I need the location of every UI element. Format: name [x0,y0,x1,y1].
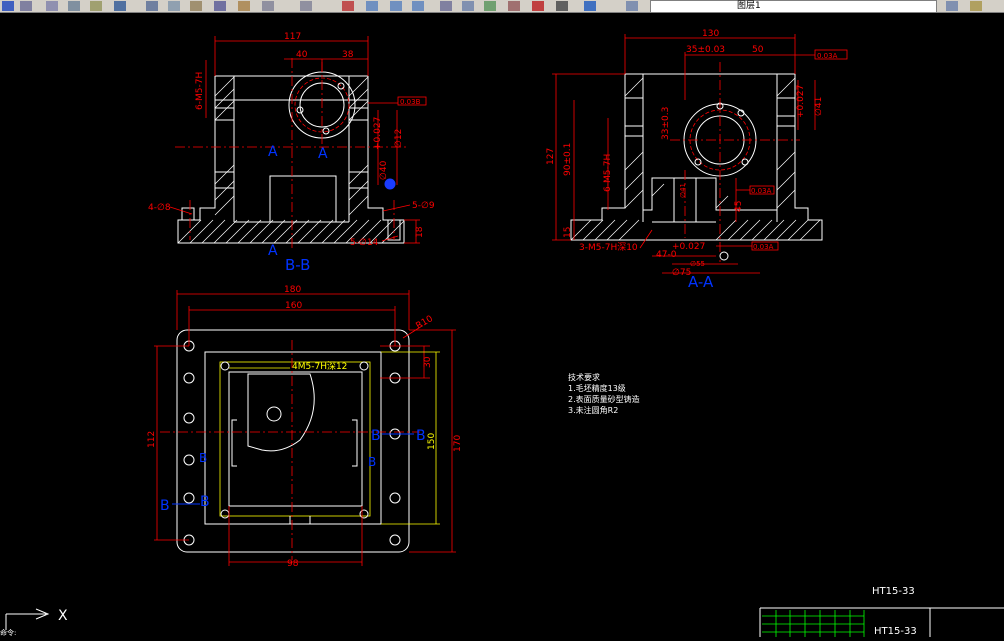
help-icon[interactable] [584,1,596,11]
material-code-1: HT15-33 [872,586,915,597]
layer-name: 图层1 [737,1,761,11]
tol-aa-2: 0.03A [751,187,772,195]
thread-6m5-left: 6-M5-7H [195,72,205,110]
datum-marker [384,178,396,190]
holes-4-8: 4-∅8 [148,203,171,213]
section-marker-b-inner-left: B [199,451,207,465]
dim-55: ∅55 [690,260,705,268]
dim-35: 35±0.03 [686,45,725,55]
dim-50: 50 [752,45,764,55]
markup-icon[interactable] [532,1,544,11]
tol-bb-1: 0.03B [400,98,421,106]
dim-33: 33±0.3 [661,107,671,140]
dim-170: 170 [453,435,463,452]
command-line[interactable]: 命令: [0,630,280,637]
dim-40-dia: ∅40 [379,160,389,180]
title-block: HT15-33 HT15-33 [759,586,1004,637]
dim-98: 98 [287,559,299,569]
block-icon[interactable] [238,1,250,11]
ucs-x-label: X [58,608,68,624]
paste-icon[interactable] [190,1,202,11]
print-icon[interactable] [20,1,32,11]
calc-icon[interactable] [556,1,568,11]
dim-45: 45 [734,201,744,212]
dim-90: 90±0.1 [563,143,573,176]
dim-117: 117 [284,32,301,42]
tol-027-aa-bottom: +0.027 [672,242,705,252]
pan-icon[interactable] [342,1,354,11]
section-marker-b-left-2: B [200,494,210,510]
design-center-icon[interactable] [462,1,474,11]
view-label-aa: A-A [688,273,714,291]
tech-note-1: 1.毛坯精度13级 [568,383,626,393]
copy-icon[interactable] [168,1,180,11]
view-plan: 180 160 R10 4M5-7H深12 30 150 170 112 98 … [147,285,463,569]
dim-127: 127 [546,148,556,165]
zoom-window-icon[interactable] [390,1,402,11]
section-marker-b-right-1: B [371,428,381,444]
layer-manager-icon[interactable] [626,1,638,11]
section-marker-a-bottom: A [268,243,278,259]
tol-027-aa-right: +0.027 [796,85,806,118]
dim-150: 150 [427,433,437,450]
tol-027-bb: +0.027 [373,117,383,150]
section-marker-a-right: A [318,146,328,162]
preview-icon[interactable] [68,1,80,11]
dim-112: 112 [147,431,157,448]
tol-aa-1: 0.03A [817,52,838,60]
dim-40: 40 [296,50,308,60]
undo-icon[interactable] [262,1,274,11]
section-marker-b-inner-right: B [368,455,376,469]
plot-icon[interactable] [46,1,58,11]
zoom-previous-icon[interactable] [412,1,424,11]
redo-icon[interactable] [300,1,312,11]
view-aa: 130 35±0.03 50 0.03A 127 90±0.1 15 33±0.… [546,29,848,291]
view-bb: 117 40 38 6-M5-7H 0.03B ∅40 +0.027 ∅12 4… [148,32,435,274]
tech-note-3: 3.未注圆角R2 [568,405,618,415]
dim-41-center: ∅41 [679,183,687,198]
dim-38: 38 [342,50,354,60]
dim-130: 130 [702,29,719,39]
sheet-set-icon[interactable] [508,1,520,11]
tool-palette-icon[interactable] [484,1,496,11]
properties-icon[interactable] [440,1,452,11]
tech-note-2: 2.表面质量砂型铸造 [568,394,640,404]
section-marker-a-left: A [268,144,278,160]
layer-state-icon[interactable] [970,1,982,11]
tech-notes: 技术要求 1.毛坯精度13级 2.表面质量砂型铸造 3.未注圆角R2 [568,372,640,415]
cut-icon[interactable] [146,1,158,11]
material-code-2: HT15-33 [874,626,917,637]
dim-160: 160 [285,301,302,311]
tol-aa-3: 0.03A [753,243,774,251]
thread-3m5: 3-M5-7H深10 [579,242,638,253]
holes-5-14: 5-∅14 [350,238,379,248]
drawing-canvas[interactable]: 117 40 38 6-M5-7H 0.03B ∅40 +0.027 ∅12 4… [0,12,1004,637]
radius-10: R10 [415,314,436,332]
thread-4m5: 4M5-7H深12 [292,361,347,372]
zoom-icon[interactable] [366,1,378,11]
dim-12-dia: ∅12 [394,129,404,148]
dim-18: 18 [415,226,425,238]
thread-6m5-aa: 6-M5-7H [603,154,613,192]
holes-5-9: 5-∅9 [412,201,435,211]
view-label-bb: B-B [285,256,310,274]
section-marker-b-left-1: B [160,498,170,514]
dim-180: 180 [284,285,301,295]
dim-41-right: ∅41 [814,97,824,116]
dim-47: 47-0 [656,250,677,260]
matchprop-icon[interactable] [214,1,226,11]
layer-previous-icon[interactable] [946,1,958,11]
save-icon[interactable] [2,1,14,11]
tech-notes-title: 技术要求 [568,372,600,382]
dim-15: 15 [563,227,573,238]
match-icon[interactable] [90,1,102,11]
dim-30: 30 [423,356,433,368]
section-marker-b-right-2: B [416,428,426,444]
publish-icon[interactable] [114,1,126,11]
